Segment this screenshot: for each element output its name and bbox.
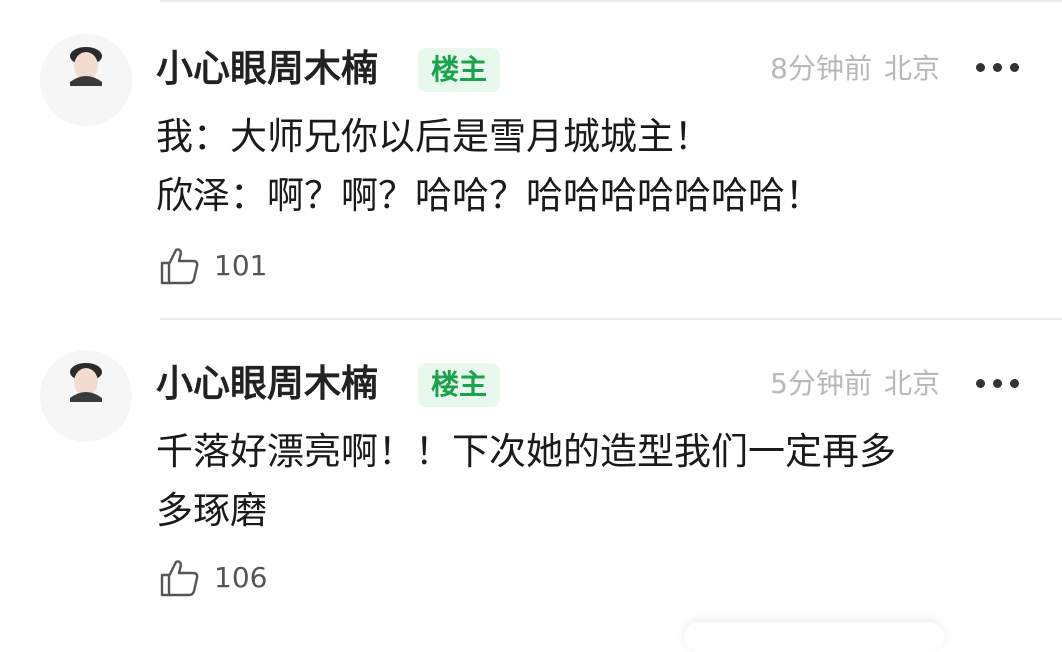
comment-time: 5分钟前 [770, 367, 872, 400]
comment-text: 我：大师兄你以后是雪月城城主！ 欣泽：啊？啊？哈哈？哈哈哈哈哈哈哈！ [156, 107, 1026, 225]
avatar-icon [40, 350, 132, 442]
like-count: 101 [214, 249, 268, 282]
comment-location: 北京 [883, 367, 940, 400]
more-options-button[interactable] [976, 374, 1020, 394]
comment-text: 千落好漂亮啊！！下次她的造型我们一定再多 多琢磨 [156, 422, 1026, 540]
comment-item: 小心眼周木楠 楼主 5分钟前 北京 千落好漂亮啊！！下次她的造型我们一定再多 多琢… [0, 318, 1062, 640]
more-options-icon [976, 63, 985, 72]
comment-time: 8分钟前 [770, 52, 872, 85]
comment-item: 小心眼周木楠 楼主 8分钟前 北京 我：大师兄你以后是雪月城城主！ 欣泽：啊？啊？… [0, 0, 1062, 318]
comment-meta: 8分钟前 北京 [770, 55, 940, 83]
more-options-icon [1010, 379, 1019, 388]
comment-line: 我：大师兄你以后是雪月城城主！ [156, 115, 711, 158]
divider [160, 318, 1062, 320]
more-options-icon [976, 379, 985, 388]
more-options-button[interactable] [976, 58, 1020, 78]
thumbs-up-icon [160, 248, 199, 285]
comment-line: 千落好漂亮啊！！下次她的造型我们一定再多 [156, 430, 896, 473]
more-options-icon [1010, 63, 1019, 72]
username[interactable]: 小心眼周木楠 [156, 365, 378, 402]
bottom-floating-card [684, 622, 944, 652]
op-badge: 楼主 [418, 363, 500, 407]
thumbs-up-icon [160, 560, 199, 597]
like-count: 106 [214, 561, 268, 594]
avatar[interactable] [40, 34, 132, 126]
comment-location: 北京 [883, 52, 940, 85]
more-options-icon [993, 63, 1002, 72]
username[interactable]: 小心眼周木楠 [156, 50, 378, 87]
avatar[interactable] [40, 350, 132, 442]
op-badge: 楼主 [418, 48, 500, 92]
comment-line: 多琢磨 [156, 489, 267, 532]
comment-meta: 5分钟前 北京 [770, 370, 940, 398]
avatar-icon [40, 34, 132, 126]
comment-line: 欣泽：啊？啊？哈哈？哈哈哈哈哈哈哈！ [156, 174, 822, 217]
more-options-icon [993, 379, 1002, 388]
